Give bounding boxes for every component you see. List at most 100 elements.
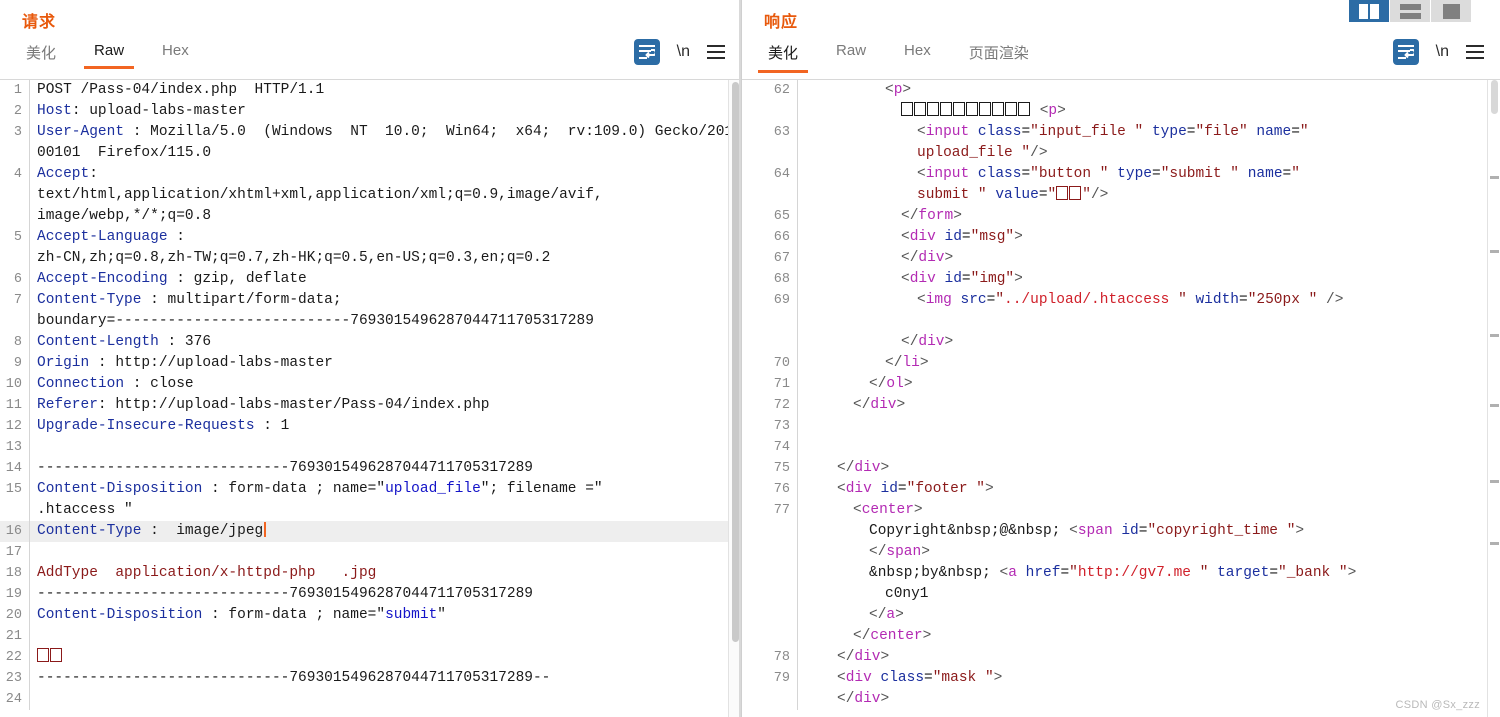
- code-line[interactable]: 65 </form>: [742, 206, 1500, 227]
- code-line[interactable]: 67 </div>: [742, 248, 1500, 269]
- code-text[interactable]: -----------------------------76930154962…: [30, 584, 741, 605]
- code-line[interactable]: </div>: [742, 332, 1500, 353]
- code-text[interactable]: <div id="img">: [798, 269, 1500, 290]
- code-text[interactable]: <img src="../upload/.htaccess " width="2…: [798, 290, 1500, 311]
- code-text[interactable]: -----------------------------76930154962…: [30, 668, 741, 689]
- code-line[interactable]: 16 Content-Type : image/jpeg: [0, 521, 741, 542]
- code-line[interactable]: 23 -----------------------------769301549…: [0, 668, 741, 689]
- code-line[interactable]: 20 Content-Disposition : form-data ; name…: [0, 605, 741, 626]
- code-text[interactable]: </center>: [798, 626, 1500, 647]
- layout-split-vertical-button[interactable]: [1349, 0, 1390, 22]
- code-text[interactable]: &nbsp;by&nbsp; <a href="http://gv7.me " …: [798, 563, 1500, 584]
- code-line[interactable]: c0ny1: [742, 584, 1500, 605]
- code-text[interactable]: POST /Pass-04/index.php HTTP/1.1: [30, 80, 741, 101]
- code-text[interactable]: Content-Type : image/jpeg: [30, 521, 741, 542]
- layout-split-horizontal-button[interactable]: [1390, 0, 1431, 22]
- code-line[interactable]: 71 </ol>: [742, 374, 1500, 395]
- code-text[interactable]: [30, 437, 741, 458]
- word-wrap-icon[interactable]: [1392, 39, 1419, 65]
- code-line[interactable]: </a>: [742, 605, 1500, 626]
- code-text[interactable]: </div>: [798, 332, 1500, 353]
- code-line[interactable]: 5 Accept-Language : zh-CN,zh;q=0.8,zh-TW;…: [0, 227, 741, 269]
- request-scrollbar-thumb[interactable]: [732, 82, 739, 642]
- code-text[interactable]: <p>: [798, 101, 1500, 122]
- response-editor[interactable]: 62 <p> <p> 63 <input class="input_file " ty…: [742, 80, 1500, 717]
- code-text[interactable]: <div class="mask ">: [798, 668, 1500, 689]
- code-text[interactable]: </div>: [798, 458, 1500, 479]
- code-text[interactable]: [798, 416, 1500, 437]
- code-line[interactable]: </span>: [742, 542, 1500, 563]
- code-text[interactable]: [30, 647, 741, 668]
- code-text[interactable]: </a>: [798, 605, 1500, 626]
- code-line[interactable]: 21: [0, 626, 741, 647]
- code-text[interactable]: Connection : close: [30, 374, 741, 395]
- code-line[interactable]: 74: [742, 437, 1500, 458]
- code-line[interactable]: 8 Content-Length : 376: [0, 332, 741, 353]
- menu-icon[interactable]: [707, 45, 725, 59]
- code-text[interactable]: Copyright&nbsp;@&nbsp; <span id="copyrig…: [798, 521, 1500, 542]
- code-line[interactable]: 18 AddType application/x-httpd-php .jpg: [0, 563, 741, 584]
- response-scrollbar-thumb[interactable]: [1491, 80, 1498, 114]
- tab-request-hex[interactable]: Hex: [150, 38, 201, 69]
- request-code[interactable]: 1 POST /Pass-04/index.php HTTP/1.1 2 Host: …: [0, 80, 741, 710]
- code-line[interactable]: 3 User-Agent : Mozilla/5.0 (Windows NT 10…: [0, 122, 741, 164]
- word-wrap-icon[interactable]: [633, 39, 660, 65]
- code-text[interactable]: </li>: [798, 353, 1500, 374]
- code-text[interactable]: <center>: [798, 500, 1500, 521]
- code-line[interactable]: 73: [742, 416, 1500, 437]
- code-text[interactable]: Content-Disposition : form-data ; name="…: [30, 605, 741, 626]
- code-text[interactable]: <input class="input_file " type="file" n…: [798, 122, 1500, 164]
- code-line[interactable]: 62 <p>: [742, 80, 1500, 101]
- tab-request-raw[interactable]: Raw: [82, 38, 136, 69]
- code-text[interactable]: Accept-Language : zh-CN,zh;q=0.8,zh-TW;q…: [30, 227, 741, 269]
- code-line[interactable]: 19 -----------------------------769301549…: [0, 584, 741, 605]
- code-text[interactable]: </div>: [798, 647, 1500, 668]
- code-line[interactable]: 70 </li>: [742, 353, 1500, 374]
- code-line[interactable]: 63 <input class="input_file " type="file"…: [742, 122, 1500, 164]
- code-line[interactable]: 76 <div id="footer ">: [742, 479, 1500, 500]
- menu-icon[interactable]: [1466, 45, 1484, 59]
- code-line[interactable]: 7 Content-Type : multipart/form-data; bou…: [0, 290, 741, 332]
- code-line[interactable]: 75 </div>: [742, 458, 1500, 479]
- code-text[interactable]: <p>: [798, 80, 1500, 101]
- code-text[interactable]: [798, 311, 1500, 332]
- code-text[interactable]: <div id="msg">: [798, 227, 1500, 248]
- newline-toggle-icon[interactable]: \n: [1436, 43, 1449, 61]
- code-text[interactable]: Upgrade-Insecure-Requests : 1: [30, 416, 741, 437]
- layout-single-pane-button[interactable]: [1431, 0, 1472, 22]
- code-line[interactable]: 64 <input class="button " type="submit " …: [742, 164, 1500, 206]
- code-text[interactable]: User-Agent : Mozilla/5.0 (Windows NT 10.…: [30, 122, 741, 164]
- code-line[interactable]: 9 Origin : http://upload-labs-master: [0, 353, 741, 374]
- code-line[interactable]: 22: [0, 647, 741, 668]
- code-text[interactable]: Content-Type : multipart/form-data; boun…: [30, 290, 741, 332]
- code-line[interactable]: 1 POST /Pass-04/index.php HTTP/1.1: [0, 80, 741, 101]
- code-line[interactable]: 6 Accept-Encoding : gzip, deflate: [0, 269, 741, 290]
- code-text[interactable]: <div id="footer ">: [798, 479, 1500, 500]
- code-text[interactable]: Host: upload-labs-master: [30, 101, 741, 122]
- code-line[interactable]: 66 <div id="msg">: [742, 227, 1500, 248]
- code-text[interactable]: -----------------------------76930154962…: [30, 458, 741, 479]
- code-line[interactable]: 24: [0, 689, 741, 710]
- code-text[interactable]: [30, 542, 741, 563]
- code-text[interactable]: Referer: http://upload-labs-master/Pass-…: [30, 395, 741, 416]
- code-line[interactable]: Copyright&nbsp;@&nbsp; <span id="copyrig…: [742, 521, 1500, 542]
- code-text[interactable]: Accept: text/html,application/xhtml+xml,…: [30, 164, 741, 227]
- code-text[interactable]: </span>: [798, 542, 1500, 563]
- code-line[interactable]: </div>: [742, 689, 1500, 710]
- code-line[interactable]: 4 Accept: text/html,application/xhtml+xml…: [0, 164, 741, 227]
- code-text[interactable]: c0ny1: [798, 584, 1500, 605]
- newline-toggle-icon[interactable]: \n: [677, 43, 690, 61]
- request-editor[interactable]: 1 POST /Pass-04/index.php HTTP/1.1 2 Host: …: [0, 80, 741, 717]
- code-line[interactable]: &nbsp;by&nbsp; <a href="http://gv7.me " …: [742, 563, 1500, 584]
- code-text[interactable]: Content-Disposition : form-data ; name="…: [30, 479, 741, 521]
- code-line[interactable]: 2 Host: upload-labs-master: [0, 101, 741, 122]
- code-line[interactable]: 72 </div>: [742, 395, 1500, 416]
- code-line[interactable]: 77 <center>: [742, 500, 1500, 521]
- code-text[interactable]: [798, 437, 1500, 458]
- code-text[interactable]: Content-Length : 376: [30, 332, 741, 353]
- code-line[interactable]: 68 <div id="img">: [742, 269, 1500, 290]
- tab-response-pretty[interactable]: 美化: [756, 38, 810, 73]
- code-line[interactable]: 10 Connection : close: [0, 374, 741, 395]
- code-text[interactable]: </div>: [798, 248, 1500, 269]
- response-scrollbar[interactable]: [1487, 80, 1500, 717]
